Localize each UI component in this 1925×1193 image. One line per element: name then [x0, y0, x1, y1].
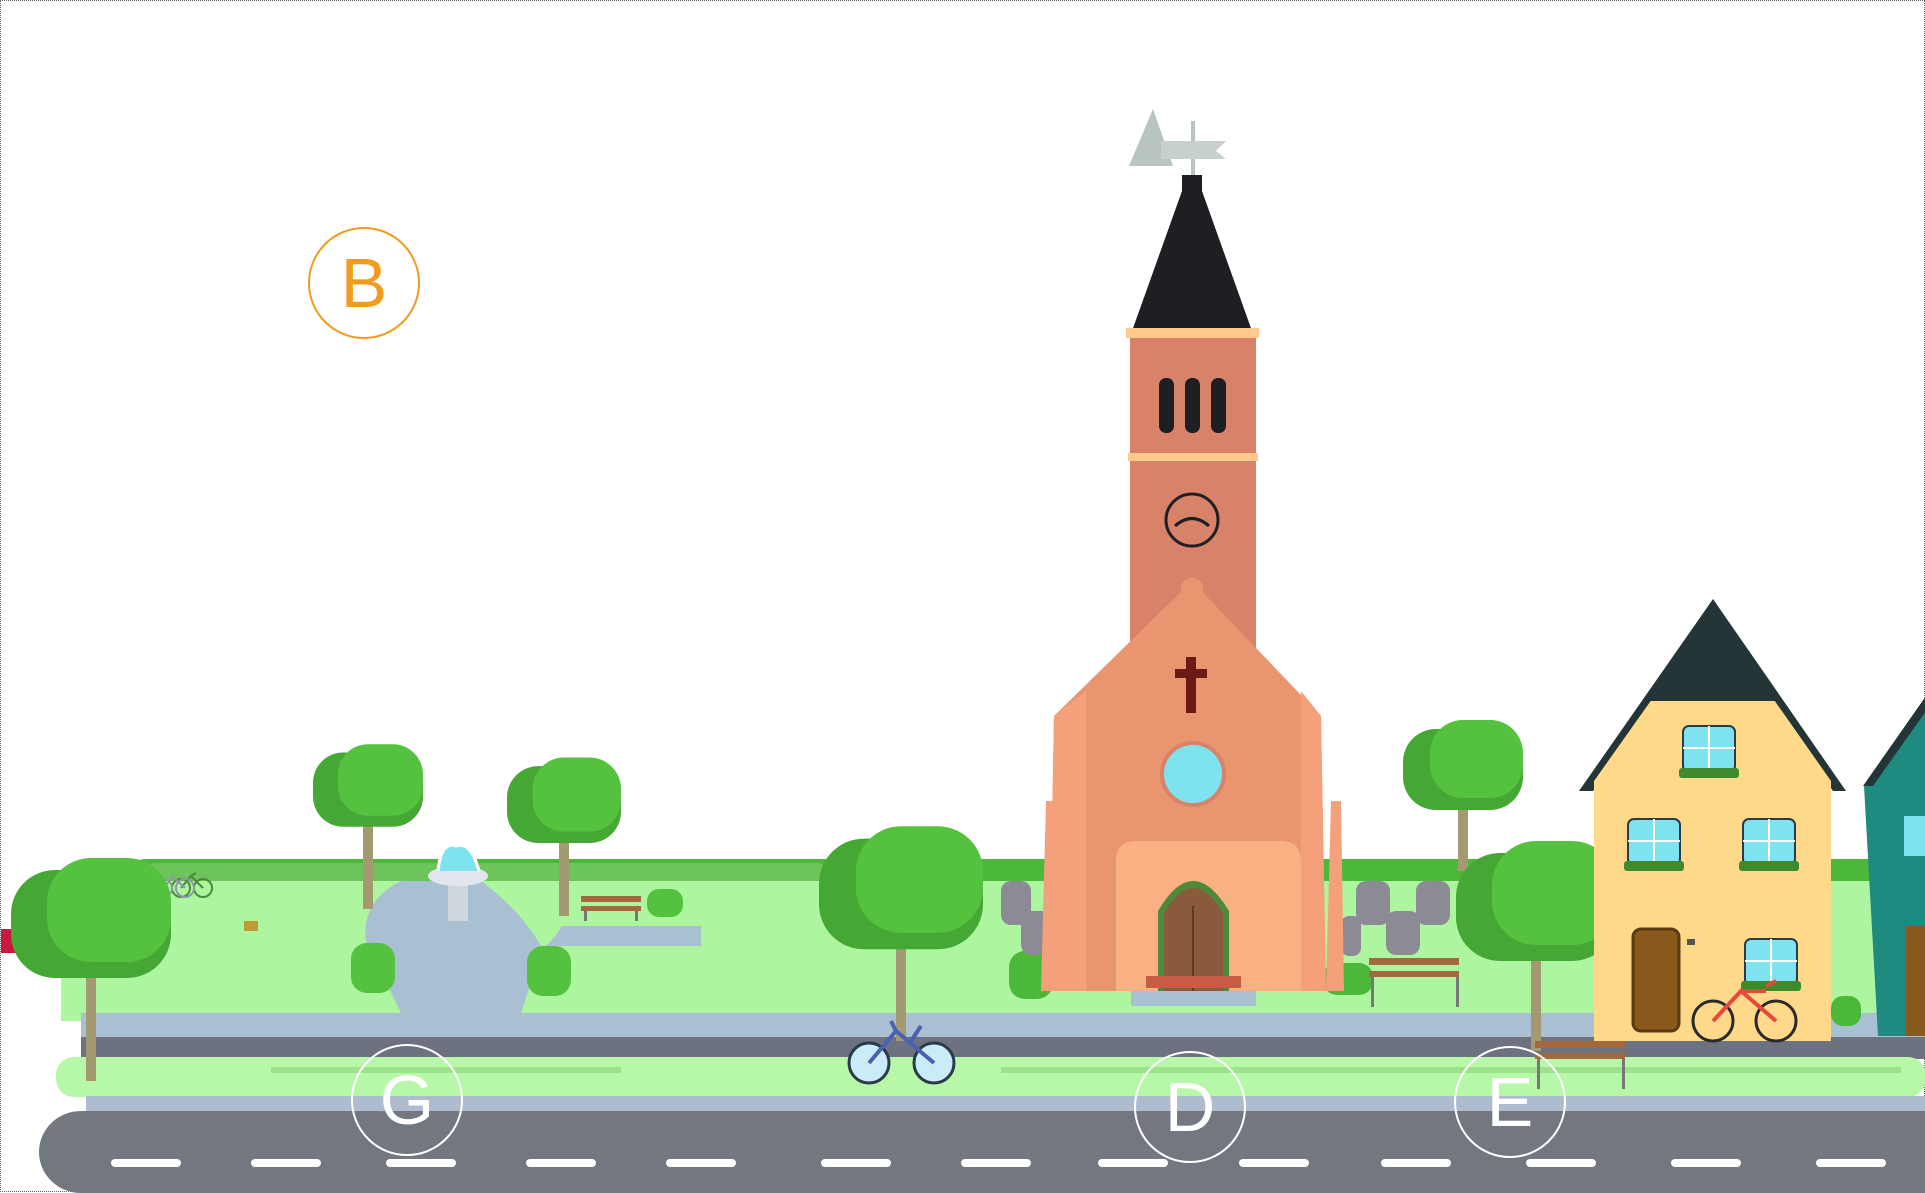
road-dash — [1671, 1159, 1741, 1167]
house-icon — [1579, 599, 1846, 1041]
map-marker-g[interactable]: G — [351, 1044, 463, 1156]
tree-icon — [1403, 720, 1523, 871]
church-icon — [1041, 109, 1344, 1006]
map-marker-e[interactable]: E — [1454, 1046, 1566, 1158]
bush-icon — [647, 889, 683, 917]
road-dash — [111, 1159, 181, 1167]
window-icon — [1624, 818, 1684, 871]
bush-icon — [351, 943, 395, 993]
road-dash — [1239, 1159, 1309, 1167]
marker-label: E — [1486, 1063, 1534, 1141]
road-dash — [961, 1159, 1031, 1167]
road-dash — [1816, 1159, 1886, 1167]
verge-stripe — [1001, 1067, 1901, 1073]
marker-label: B — [340, 244, 388, 322]
road-dash — [386, 1159, 456, 1167]
window-icon — [1739, 818, 1799, 871]
road-dash — [666, 1159, 736, 1167]
road-dash — [1381, 1159, 1451, 1167]
map-marker-b[interactable]: B — [308, 227, 420, 339]
town-illustration — [1, 109, 1925, 1193]
bush-icon — [527, 946, 571, 996]
map-stage: B G D E — [0, 0, 1925, 1193]
marker-label: G — [379, 1061, 435, 1139]
bush-icon — [1831, 996, 1861, 1026]
road-dash — [1098, 1159, 1168, 1167]
road-dash — [821, 1159, 891, 1167]
window-icon — [1679, 725, 1739, 778]
verge-grass — [56, 1057, 1925, 1097]
road-dash — [526, 1159, 596, 1167]
road-dash — [251, 1159, 321, 1167]
road-dash — [1526, 1159, 1596, 1167]
marker-label: D — [1164, 1068, 1216, 1146]
map-marker-d[interactable]: D — [1134, 1051, 1246, 1163]
picnic-basket — [244, 921, 258, 931]
